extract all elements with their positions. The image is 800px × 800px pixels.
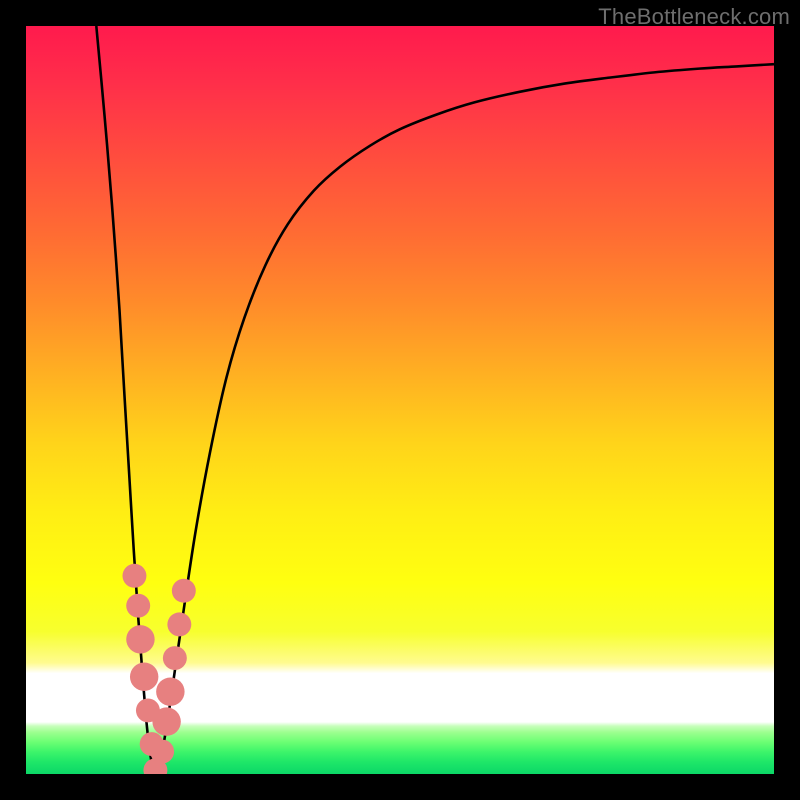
curve-group — [96, 26, 774, 774]
data-marker — [130, 663, 158, 691]
data-marker — [163, 646, 187, 670]
attribution-text: TheBottleneck.com — [598, 4, 790, 30]
data-marker — [126, 625, 154, 653]
main-curve — [155, 64, 774, 774]
data-marker — [156, 678, 184, 706]
data-marker — [126, 594, 150, 618]
data-marker — [172, 579, 196, 603]
data-marker — [167, 612, 191, 636]
data-marker — [152, 707, 180, 735]
left-descent-curve — [96, 26, 155, 774]
chart-svg — [26, 26, 774, 774]
data-marker — [150, 740, 174, 764]
data-marker — [122, 564, 146, 588]
markers-group — [122, 564, 195, 774]
chart-frame: TheBottleneck.com — [0, 0, 800, 800]
plot-area — [26, 26, 774, 774]
